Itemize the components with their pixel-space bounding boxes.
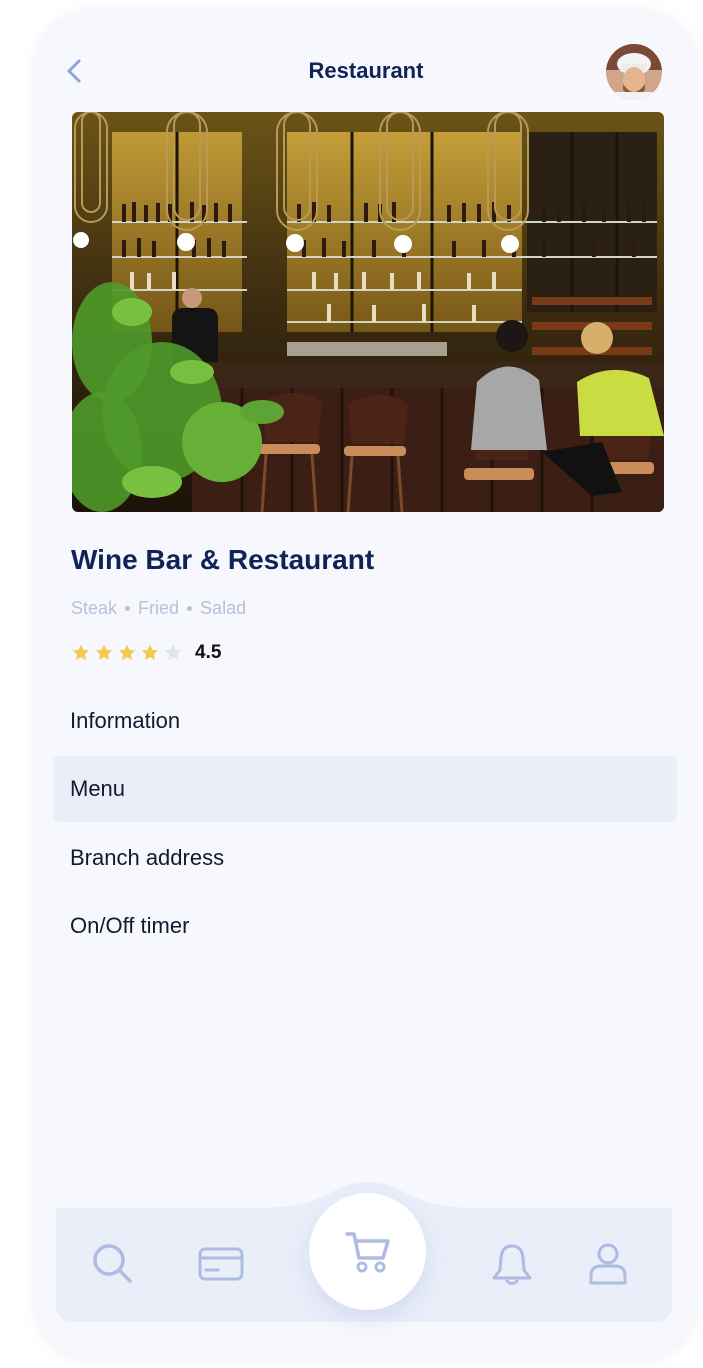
nav-card-button[interactable] xyxy=(198,1246,244,1287)
bell-icon xyxy=(492,1244,532,1285)
menu-item-label: Branch address xyxy=(70,845,225,870)
cart-button[interactable] xyxy=(309,1193,426,1310)
menu-item-on-off-timer[interactable]: On/Off timer xyxy=(53,893,677,959)
restaurant-name: Wine Bar & Restaurant xyxy=(71,544,375,575)
nav-search-button[interactable] xyxy=(92,1243,134,1290)
menu-item-menu[interactable]: Menu xyxy=(53,756,677,822)
page-title: Restaurant xyxy=(308,58,424,83)
star-empty-icon xyxy=(164,644,182,660)
cuisine-tags: Steak Fried Salad xyxy=(71,598,246,619)
tag: Salad xyxy=(200,598,247,618)
dot-separator xyxy=(187,606,193,611)
nav-profile-button[interactable] xyxy=(588,1242,628,1291)
menu-item-label: Menu xyxy=(70,776,126,801)
nav-notifications-button[interactable] xyxy=(490,1242,534,1291)
star-icon xyxy=(95,644,113,660)
star-icon xyxy=(118,644,136,660)
rating-value: 4.5 xyxy=(195,642,222,663)
star-icon xyxy=(141,644,159,660)
credit-card-icon xyxy=(198,1247,244,1281)
cart-icon xyxy=(344,1231,390,1272)
restaurant-photo xyxy=(72,112,664,512)
star-icon xyxy=(72,644,90,660)
user-icon xyxy=(589,1243,627,1285)
phone-screen: Restaurant Wine Bar & Restaurant Steak F… xyxy=(36,10,696,1358)
menu-item-branch-address[interactable]: Branch address xyxy=(53,825,677,891)
rating: 4.5 xyxy=(71,642,221,664)
avatar[interactable] xyxy=(606,44,662,100)
menu-item-label: On/Off timer xyxy=(70,913,190,938)
menu-item-information[interactable]: Information xyxy=(53,688,677,754)
tag: Steak xyxy=(71,598,118,618)
search-icon xyxy=(93,1244,132,1283)
menu-item-label: Information xyxy=(70,708,181,733)
tag: Fried xyxy=(138,598,180,618)
dot-separator xyxy=(125,606,131,611)
